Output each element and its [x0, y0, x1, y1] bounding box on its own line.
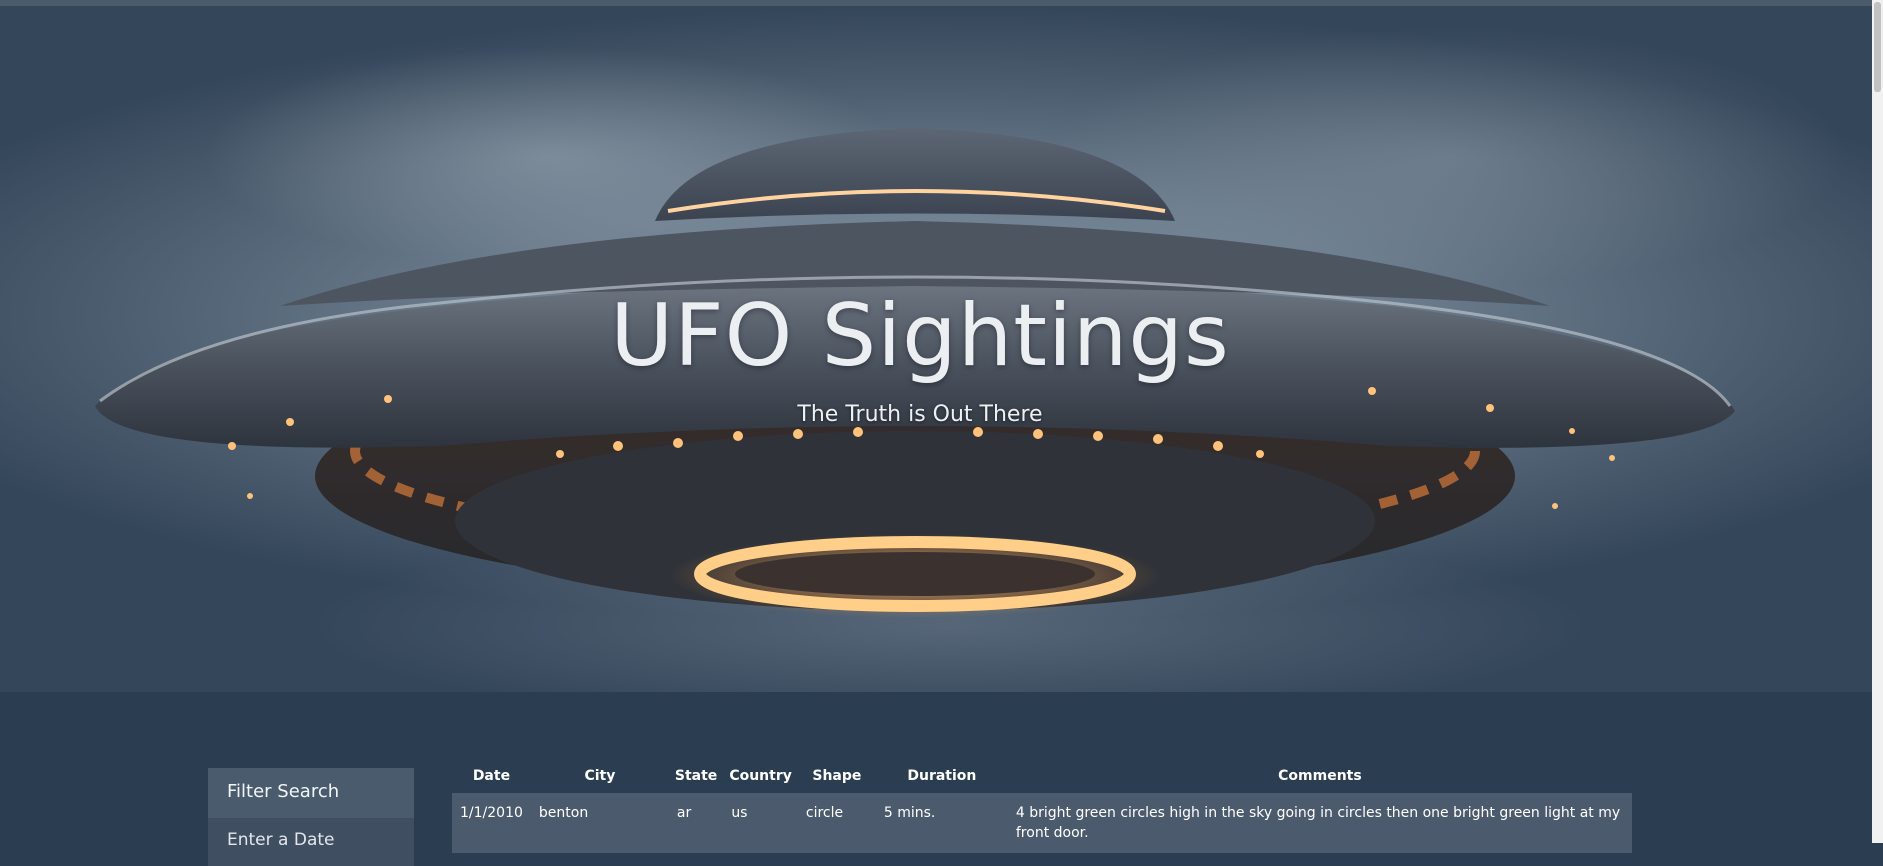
table-row: 1/1/2010 benton ar us circle 5 mins. 4 b…: [452, 793, 1632, 853]
cell-country: us: [723, 793, 798, 853]
cell-duration: 5 mins.: [875, 793, 1008, 853]
page-subtitle: The Truth is Out There: [797, 402, 1043, 427]
page-title: UFO Sightings: [610, 286, 1230, 386]
cell-date: 1/1/2010: [452, 793, 531, 853]
sightings-table: Date City State Country Shape Duration C…: [452, 758, 1632, 853]
filter-date-label[interactable]: Enter a Date: [208, 818, 414, 866]
table-header-row: Date City State Country Shape Duration C…: [452, 758, 1632, 793]
column-header-shape[interactable]: Shape: [798, 758, 876, 793]
column-header-duration[interactable]: Duration: [876, 758, 1008, 793]
hero-banner: UFO Sightings The Truth is Out There: [0, 6, 1872, 692]
column-header-country[interactable]: Country: [723, 758, 798, 793]
cell-city: benton: [530, 793, 669, 853]
column-header-state[interactable]: State: [669, 758, 723, 793]
scrollbar-thumb[interactable]: [1874, 2, 1881, 92]
cell-comments: 4 bright green circles high in the sky g…: [1007, 793, 1632, 853]
filter-search-heading: Filter Search: [208, 768, 414, 818]
page-scrollbar[interactable]: [1872, 0, 1883, 843]
column-header-city[interactable]: City: [531, 758, 669, 793]
column-header-date[interactable]: Date: [452, 758, 531, 793]
cell-shape: circle: [797, 793, 876, 853]
column-header-comments[interactable]: Comments: [1008, 758, 1632, 793]
cell-state: ar: [668, 793, 724, 853]
filter-sidebar: Filter Search Enter a Date: [208, 768, 414, 866]
